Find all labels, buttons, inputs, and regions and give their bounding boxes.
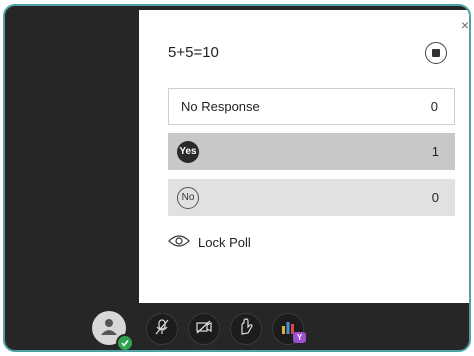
close-icon[interactable]: ×	[461, 18, 469, 32]
lock-poll-button[interactable]: Lock Poll	[168, 234, 251, 251]
poll-question: 5+5=10	[168, 44, 219, 61]
microphone-toggle-button[interactable]	[146, 313, 178, 345]
poll-badge: Y	[293, 332, 306, 343]
option-label: No	[177, 186, 199, 209]
poll-option-no-response[interactable]: No Response 0	[168, 88, 455, 125]
camera-toggle-button[interactable]	[188, 313, 220, 345]
raise-hand-button[interactable]	[230, 313, 262, 345]
option-count: 1	[431, 144, 439, 159]
microphone-off-icon	[153, 318, 171, 341]
stop-icon	[432, 49, 440, 57]
poll-option-yes[interactable]: Yes 1	[168, 133, 455, 170]
poll-panel: × 5+5=10 No Response 0 Yes 1 No 0 Lock P…	[139, 10, 469, 303]
option-count: 0	[431, 190, 439, 205]
status-check-icon	[116, 334, 134, 350]
option-label: Yes	[177, 140, 199, 163]
eye-icon	[168, 234, 190, 251]
avatar[interactable]	[92, 311, 134, 350]
option-count: 0	[430, 99, 438, 114]
option-label: No Response	[181, 99, 260, 114]
session-frame: × 5+5=10 No Response 0 Yes 1 No 0 Lock P…	[3, 4, 471, 352]
stop-poll-button[interactable]	[425, 42, 447, 64]
camera-off-icon	[195, 318, 213, 341]
user-icon	[99, 316, 119, 341]
poll-button[interactable]: Y	[272, 313, 306, 345]
lock-poll-label: Lock Poll	[198, 235, 251, 250]
poll-option-no[interactable]: No 0	[168, 179, 455, 216]
raise-hand-icon	[237, 317, 255, 341]
